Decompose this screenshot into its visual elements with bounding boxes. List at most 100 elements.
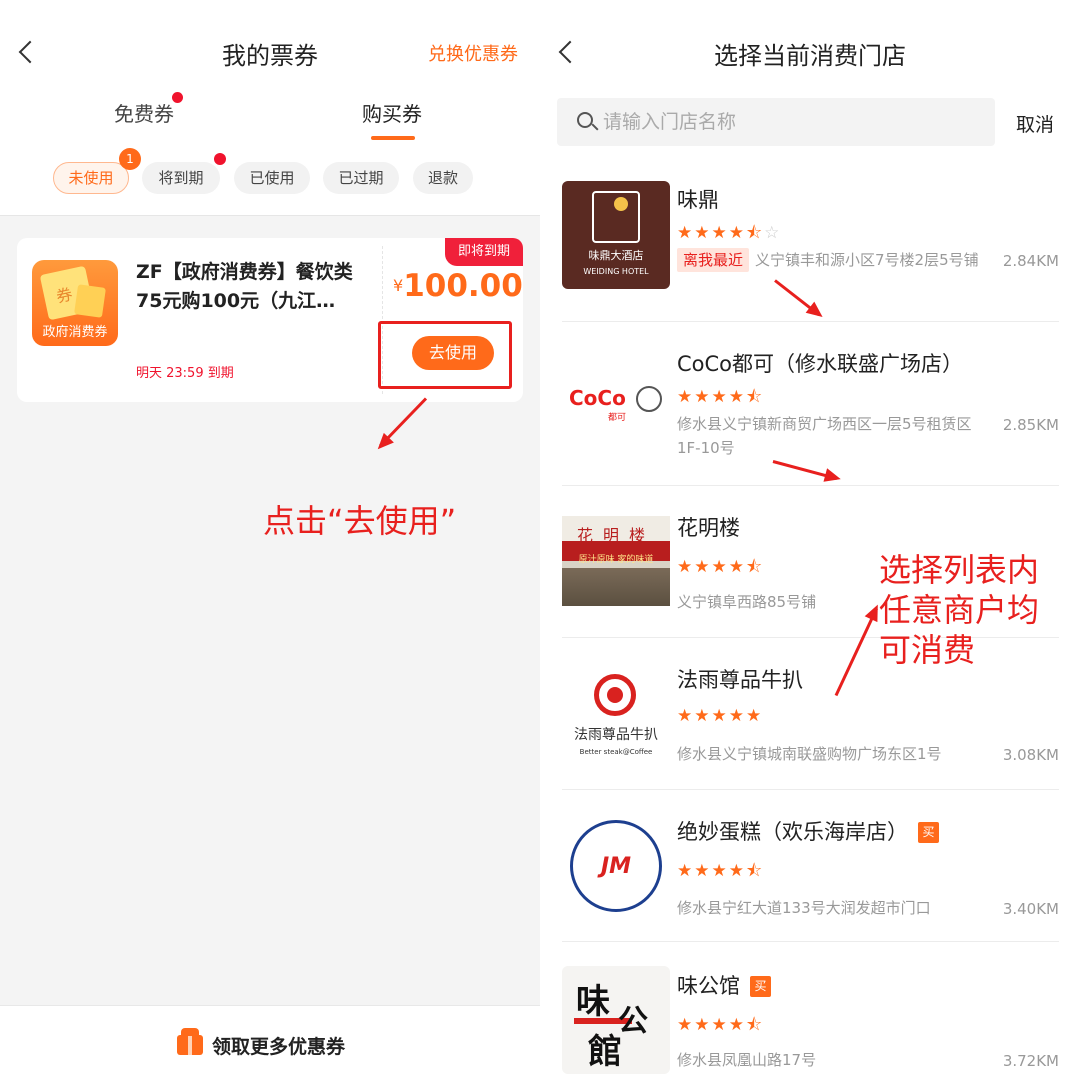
store-name: 花明楼 (677, 516, 740, 540)
logo-text-sub: 原汁原味 家的味道 (578, 555, 654, 565)
store-address: 修水县义宁镇新商贸广场西区一层5号租赁区1F-10号 (677, 415, 972, 457)
store-name: 味公馆买 (677, 970, 771, 1000)
tickets-header: 我的票券 兑换优惠券 免费券 购买券 未使用 1 将到期 已使用 已过期 退款 (0, 0, 540, 216)
logo-text-sub: 都可 (608, 413, 627, 423)
logo-text: 法雨尊品牛扒 (574, 727, 658, 743)
ticket-shape (74, 284, 106, 318)
store-name: CoCo都可（修水联盛广场店） (677, 352, 964, 376)
logo-mark (592, 191, 640, 243)
instruction-text: 点击“去使用” (263, 502, 457, 540)
filter-expired[interactable]: 已过期 (323, 162, 399, 194)
store-rating: ★★★★⯪☆ (677, 220, 781, 249)
cancel-button[interactable]: 取消 (1016, 110, 1054, 137)
coupon-icon-label: 政府消费券 (42, 325, 108, 340)
store-item[interactable]: 味 公 館 味公馆买 ★★★★⯪ 修水县凤凰山路17号 3.72KM (540, 942, 1080, 1080)
store-item[interactable]: JM 绝妙蛋糕（欢乐海岸店） 买 ★★★★⯪ 修水县宁红大道133号大润发超市门口… (540, 790, 1080, 942)
rating-stars: ★★★★⯪ (677, 1015, 765, 1035)
coupon-name: ZF【政府消费券】餐饮类75元购100元（九江… (136, 261, 353, 312)
instruction-line: 可消费 (879, 631, 976, 669)
store-logo: 法雨尊品牛扒 Better steak@Coffee (562, 660, 670, 768)
store-name: 绝妙蛋糕（欢乐海岸店） 买 (677, 816, 939, 846)
search-box[interactable] (557, 98, 995, 146)
store-distance: 3.08KM (1002, 746, 1059, 764)
store-item[interactable]: CoCo 都可 CoCo都可（修水联盛广场店） ★★★★⯪ 修水县义宁镇新商贸广… (540, 322, 1080, 486)
logo-char: 味 (576, 982, 610, 1022)
notification-dot (172, 92, 183, 103)
select-store-screen: 选择当前消费门店 取消 味鼎大酒店 WEIDING HOTEL 味鼎 ★★★★⯪… (540, 0, 1080, 1080)
logo-text: 味鼎大酒店 (588, 249, 644, 262)
logo-text: CoCo (569, 386, 626, 410)
search-icon (577, 112, 593, 128)
tab-free-coupons[interactable]: 免费券 (114, 98, 174, 127)
rating-stars: ★★★★⯪ (677, 557, 765, 577)
store-rating: ★★★★⯪ (677, 1012, 764, 1041)
store-address: 修水县凤凰山路17号 (677, 1051, 817, 1069)
store-distance: 3.40KM (1002, 900, 1059, 918)
store-logo: 花明楼 原汁原味 家的味道 (562, 516, 670, 606)
store-logo: JM (562, 812, 670, 920)
store-item[interactable]: 味鼎大酒店 WEIDING HOTEL 味鼎 ★★★★⯪☆ 离我最近 义宁镇丰和源… (540, 170, 1080, 322)
back-icon[interactable] (14, 38, 42, 66)
filter-expiring[interactable]: 将到期 (142, 162, 220, 194)
coupon-ticket-icon: 券 政府消费券 (32, 260, 118, 346)
exchange-coupon-link[interactable]: 兑换优惠券 (428, 40, 518, 66)
instruction-text: 选择列表内 任意商户均 可消费 (879, 550, 1039, 670)
store-address: 修水县宁红大道133号大润发超市门口 (677, 899, 931, 917)
store-distance: 2.85KM (1002, 416, 1059, 434)
logo-text-en: WEIDING HOTEL (583, 267, 649, 276)
filter-used[interactable]: 已使用 (234, 162, 310, 194)
store-name-text: 味公馆 (677, 974, 740, 998)
page-title: 选择当前消费门店 (714, 42, 906, 70)
coupon-price: ¥100.00 (393, 268, 523, 304)
unused-count-badge: 1 (119, 148, 141, 170)
buy-badge: 买 (750, 976, 771, 997)
rating-empty-star: ☆ (764, 223, 782, 243)
store-address: 离我最近 义宁镇丰和源小区7号楼2层5号铺 (677, 248, 995, 272)
instruction-line: 选择列表内 (879, 551, 1040, 589)
notification-dot (214, 153, 226, 165)
gift-icon (177, 1028, 203, 1055)
active-tab-indicator (371, 136, 415, 140)
logo-text-en: Better steak@Coffee (579, 748, 653, 756)
store-name: 法雨尊品牛扒 (677, 668, 803, 692)
coupon-expire-time: 明天 23:59 到期 (136, 366, 234, 381)
store-address: 修水县义宁镇城南联盛购物广场东区1号 (677, 745, 942, 763)
tab-purchased-coupons[interactable]: 购买券 (362, 98, 422, 127)
store-logo: 味鼎大酒店 WEIDING HOTEL (562, 181, 670, 289)
store-distance: 3.72KM (1002, 1052, 1059, 1070)
back-icon[interactable] (554, 38, 582, 66)
logo-char: 公 (618, 1004, 648, 1039)
logo-mark (594, 674, 636, 716)
address-text: 义宁镇丰和源小区7号楼2层5号铺 (755, 251, 979, 269)
rating-stars: ★★★★⯪ (677, 223, 765, 243)
store-logo: 味 公 館 (562, 966, 670, 1074)
rating-stars: ★★★★⯪ (677, 387, 765, 407)
logo-text: JM (600, 854, 632, 879)
my-tickets-screen: 我的票券 兑换优惠券 免费券 购买券 未使用 1 将到期 已使用 已过期 退款 … (0, 0, 540, 1080)
page-title: 我的票券 (222, 42, 318, 70)
get-more-coupons-label: 领取更多优惠券 (212, 1036, 346, 1058)
store-logo: CoCo 都可 (562, 346, 670, 454)
store-distance: 2.84KM (1002, 252, 1059, 270)
price-value: 100.00 (403, 268, 523, 304)
logo-char: 館 (588, 1032, 622, 1072)
get-more-coupons-bar[interactable]: 领取更多优惠券 (0, 1005, 540, 1080)
logo-text: 花明楼 (576, 526, 655, 545)
store-name-text: 绝妙蛋糕（欢乐海岸店） (677, 820, 908, 844)
logo-mark (636, 386, 662, 412)
expiring-soon-badge: 即将到期 (445, 238, 523, 266)
nearest-badge: 离我最近 (677, 248, 750, 272)
filter-refund[interactable]: 退款 (413, 162, 473, 194)
store-rating: ★★★★★ (677, 706, 763, 726)
rating-stars: ★★★★★ (677, 706, 764, 726)
currency-symbol: ¥ (393, 276, 404, 295)
buy-badge: 买 (918, 822, 939, 843)
filter-unused[interactable]: 未使用 (53, 162, 129, 194)
highlight-frame (378, 321, 512, 389)
rating-stars: ★★★★⯪ (677, 861, 765, 881)
instruction-line: 任意商户均 (879, 591, 1040, 629)
store-name: 味鼎 (677, 188, 719, 212)
store-rating: ★★★★⯪ (677, 858, 764, 887)
store-rating: ★★★★⯪ (677, 554, 764, 583)
search-input[interactable] (603, 98, 983, 146)
